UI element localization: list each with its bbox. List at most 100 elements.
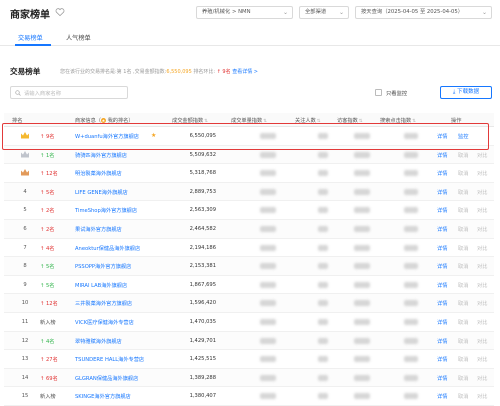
cancel-monitor-link[interactable]: 取消 bbox=[458, 189, 468, 196]
chevron-down-icon: ⌄ bbox=[338, 9, 344, 16]
compare-link[interactable]: 对比 bbox=[477, 356, 487, 363]
rank-change-cell: 新入榜 bbox=[40, 320, 56, 326]
header: 商家榜单 养殖/机械化 > NMN ⌄ 全部渠道 ⌄ 按天查询（2025-04-… bbox=[0, 0, 500, 26]
masked-value bbox=[318, 300, 328, 307]
shop-name-link[interactable]: TimeShop海外官方旗舰店 bbox=[75, 207, 137, 214]
cancel-monitor-link[interactable]: 取消 bbox=[458, 356, 468, 363]
shop-name-link[interactable]: 明治製薬海外旗舰店 bbox=[75, 170, 122, 177]
shop-name-link[interactable]: W+duanfu海外官方旗舰店 bbox=[75, 133, 139, 140]
sales-index-cell: 1,867,695 bbox=[189, 281, 216, 288]
sales-index-cell: 1,429,701 bbox=[189, 337, 216, 344]
shop-name-link[interactable]: SKINGE海外官方旗舰店 bbox=[75, 393, 131, 400]
masked-value bbox=[404, 170, 418, 177]
cancel-monitor-link[interactable]: 取消 bbox=[458, 300, 468, 307]
detail-link[interactable]: 详情 bbox=[437, 375, 447, 382]
compare-link[interactable]: 对比 bbox=[477, 226, 487, 233]
detail-link[interactable]: 详情 bbox=[437, 133, 447, 140]
tab-popularity[interactable]: 人气榜单 bbox=[66, 33, 91, 42]
detail-link[interactable]: 详情 bbox=[437, 226, 447, 233]
compare-link[interactable]: 对比 bbox=[477, 375, 487, 382]
masked-value bbox=[260, 319, 276, 325]
shop-name-link[interactable]: TSUNDERE HALL海外专营店 bbox=[75, 356, 144, 363]
shop-name-link[interactable]: 翠特雅赋海外旗舰店 bbox=[75, 338, 122, 345]
shop-name-link[interactable]: 骑骑匹海外官方旗舰店 bbox=[75, 152, 127, 159]
shop-name-link[interactable]: MIRAI LAB海外旗舰店 bbox=[75, 282, 127, 289]
detail-link[interactable]: 详情 bbox=[437, 338, 447, 345]
rank-cell: 7 bbox=[23, 244, 27, 251]
cancel-monitor-link[interactable]: 取消 bbox=[458, 226, 468, 233]
col-sales[interactable]: 成交金额指数⇅ bbox=[172, 117, 208, 124]
detail-link[interactable]: 详情 bbox=[437, 300, 447, 307]
shop-name-link[interactable]: PSSOPP海外官方旗舰店 bbox=[75, 263, 131, 270]
monitor-link[interactable]: 监控 bbox=[458, 133, 468, 140]
shop-name-link[interactable]: VICK医疗保健海外专营店 bbox=[75, 319, 134, 326]
sort-icon: ⇅ bbox=[316, 119, 321, 124]
cancel-monitor-link[interactable]: 取消 bbox=[458, 170, 468, 177]
masked-value bbox=[354, 170, 370, 177]
tab-transaction[interactable]: 交易榜单 bbox=[18, 33, 43, 42]
shop-name-link[interactable]: 果试海外官方旗舰店 bbox=[75, 226, 122, 233]
compare-link[interactable]: 对比 bbox=[477, 207, 487, 214]
date-select[interactable]: 按天查询（2025-04-05 至 2025-04-05） ⌄ bbox=[355, 6, 492, 19]
compare-link[interactable]: 对比 bbox=[477, 152, 487, 159]
masked-value bbox=[404, 319, 418, 325]
compare-link[interactable]: 对比 bbox=[477, 245, 487, 252]
detail-link[interactable]: 详情 bbox=[437, 282, 447, 289]
cancel-monitor-link[interactable]: 取消 bbox=[458, 152, 468, 159]
col-followers[interactable]: 关注人数⇅ bbox=[295, 117, 321, 124]
masked-value bbox=[354, 188, 370, 195]
cancel-monitor-link[interactable]: 取消 bbox=[458, 282, 468, 289]
compare-link[interactable]: 对比 bbox=[477, 189, 487, 196]
detail-link[interactable]: 详情 bbox=[437, 207, 447, 214]
compare-link[interactable]: 对比 bbox=[477, 393, 487, 400]
detail-link[interactable]: 详情 bbox=[437, 393, 447, 400]
compare-link[interactable]: 对比 bbox=[477, 300, 487, 307]
compare-link[interactable]: 对比 bbox=[477, 338, 487, 345]
detail-link[interactable]: 详情 bbox=[437, 245, 447, 252]
cancel-monitor-link[interactable]: 取消 bbox=[458, 245, 468, 252]
rank-change-cell: ↑ 4名 bbox=[40, 245, 55, 252]
shop-name-link[interactable]: GLGRAN保健品海外旗舰店 bbox=[75, 375, 138, 382]
view-details-link[interactable]: 查看详情 > bbox=[232, 69, 258, 75]
compare-link[interactable]: 对比 bbox=[477, 263, 487, 270]
col-shop-suffix: 我的排名） bbox=[105, 118, 134, 124]
compare-link[interactable]: 对比 bbox=[477, 282, 487, 289]
col-search[interactable]: 搜索点击指数⇅ bbox=[380, 117, 416, 124]
sales-index-cell: 2,194,186 bbox=[189, 244, 216, 251]
channel-select[interactable]: 全部渠道 ⌄ bbox=[299, 6, 349, 19]
masked-value bbox=[354, 393, 370, 400]
category-select[interactable]: 养殖/机械化 > NMN ⌄ bbox=[196, 6, 293, 19]
table-row: 10 ↑ 12名 三井製薬海外官方旗舰店 1,596,420 详情 取消 对比 bbox=[4, 294, 494, 313]
monitor-only-checkbox[interactable] bbox=[375, 89, 382, 96]
shop-name-link[interactable]: LIFE GENE海外旗舰店 bbox=[75, 189, 128, 196]
detail-link[interactable]: 详情 bbox=[437, 319, 447, 326]
crown-icon bbox=[21, 150, 29, 158]
compare-link[interactable]: 对比 bbox=[477, 170, 487, 177]
col-orders[interactable]: 成交单量指数⇅ bbox=[231, 117, 267, 124]
detail-link[interactable]: 详情 bbox=[437, 170, 447, 177]
detail-link[interactable]: 详情 bbox=[437, 152, 447, 159]
masked-value bbox=[318, 356, 328, 363]
desc-mid: 排名环比: bbox=[191, 69, 217, 75]
cancel-monitor-link[interactable]: 取消 bbox=[458, 263, 468, 270]
cancel-monitor-link[interactable]: 取消 bbox=[458, 338, 468, 345]
compare-link[interactable]: 对比 bbox=[477, 319, 487, 326]
cancel-monitor-link[interactable]: 取消 bbox=[458, 393, 468, 400]
search-input[interactable]: 请输入商家名称 bbox=[10, 86, 128, 99]
detail-link[interactable]: 详情 bbox=[437, 356, 447, 363]
page: 商家榜单 养殖/机械化 > NMN ⌄ 全部渠道 ⌄ 按天查询（2025-04-… bbox=[0, 0, 500, 406]
cancel-monitor-link[interactable]: 取消 bbox=[458, 319, 468, 326]
shop-name-link[interactable]: Aneoktur保健品海外旗舰店 bbox=[75, 245, 140, 252]
shop-name-link[interactable]: 三井製薬海外官方旗舰店 bbox=[75, 300, 132, 307]
col-visits[interactable]: 访客指数⇅ bbox=[337, 117, 363, 124]
masked-value bbox=[318, 263, 328, 270]
cancel-monitor-link[interactable]: 取消 bbox=[458, 375, 468, 382]
detail-link[interactable]: 详情 bbox=[437, 263, 447, 270]
masked-value bbox=[260, 226, 276, 232]
heart-icon[interactable] bbox=[55, 7, 65, 17]
cancel-monitor-link[interactable]: 取消 bbox=[458, 207, 468, 214]
download-button[interactable]: ⤓ 下载数据 bbox=[440, 86, 492, 99]
detail-link[interactable]: 详情 bbox=[437, 189, 447, 196]
table-row: ↑ 1名 骑骑匹海外官方旗舰店 5,509,632 详情 取消 对比 bbox=[4, 145, 494, 165]
rank-cell: 4 bbox=[23, 188, 27, 195]
